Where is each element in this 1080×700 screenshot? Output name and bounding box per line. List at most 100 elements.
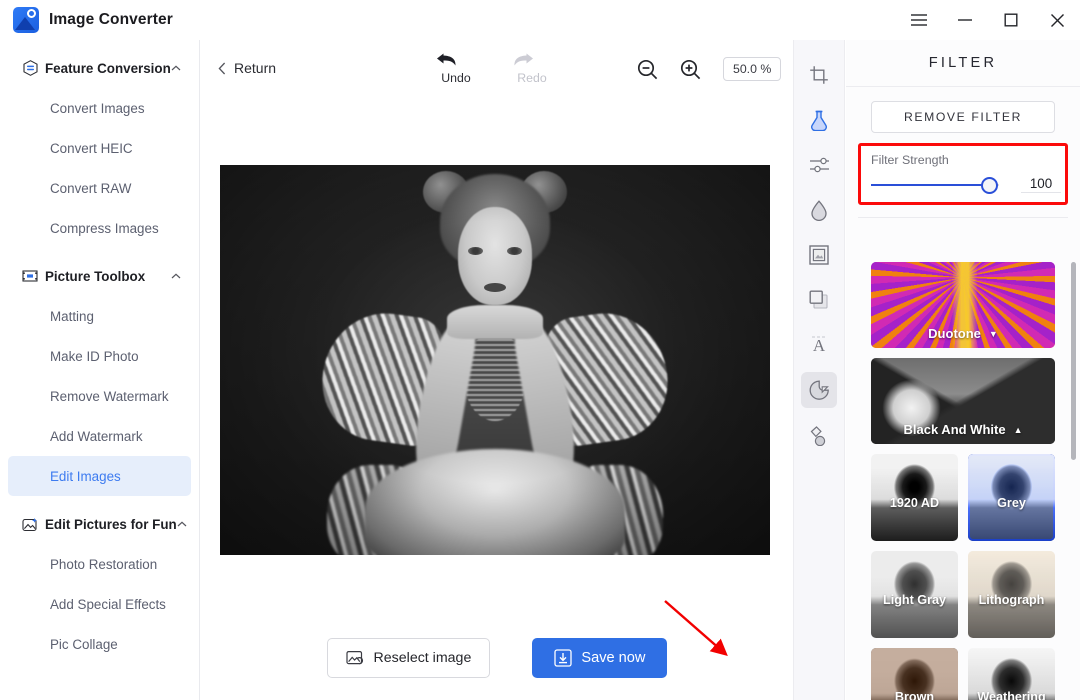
sidebar-group-label: Picture Toolbox	[45, 268, 146, 284]
sidebar-item-label: Convert HEIC	[50, 140, 133, 156]
sidebar-item-convert-images[interactable]: Convert Images	[8, 88, 191, 128]
sidebar-item-pic-collage[interactable]: Pic Collage	[8, 624, 191, 664]
zoom-in-icon[interactable]	[680, 59, 701, 80]
sidebar-item-edit-images[interactable]: Edit Images	[8, 456, 191, 496]
filter-thumb-label: Grey	[997, 495, 1026, 510]
toolbox-icon	[22, 268, 38, 284]
filter-strength-row: 100	[871, 176, 1061, 194]
undo-redo-group: Undo Redo	[433, 48, 555, 85]
filter-strength-value[interactable]: 100	[1021, 176, 1061, 193]
save-now-button[interactable]: Save now	[532, 638, 668, 678]
save-now-label: Save now	[581, 650, 646, 666]
filter-thumb-weathering[interactable]: Weathering	[968, 648, 1055, 700]
sidebar: Feature Conversion Convert Images Conver…	[0, 40, 200, 700]
sidebar-item-compress-images[interactable]: Compress Images	[8, 208, 191, 248]
sidebar-item-label: Pic Collage	[50, 636, 118, 652]
filter-panel: FILTER REMOVE FILTER Filter Strength 100…	[846, 40, 1080, 700]
filter-thumb-lithograph[interactable]: Lithograph	[968, 551, 1055, 638]
save-download-icon	[554, 649, 572, 667]
filter-category-caption: Black And White ▲	[871, 422, 1055, 437]
fun-icon	[22, 516, 38, 532]
filter-thumb-1920-ad[interactable]: 1920 AD	[871, 454, 958, 541]
undo-button[interactable]: Undo	[433, 48, 479, 85]
brush-icon[interactable]	[801, 417, 837, 453]
sidebar-group-label: Edit Pictures for Fun	[45, 516, 177, 532]
sidebar-item-photo-restoration[interactable]: Photo Restoration	[8, 544, 191, 584]
editor-toolbar: Return Undo Redo 50.0 %	[201, 40, 793, 102]
chevron-up-icon	[171, 65, 181, 71]
adjust-sliders-icon[interactable]	[801, 147, 837, 183]
filter-thumb-brown[interactable]: Brown	[871, 648, 958, 700]
return-label: Return	[234, 60, 277, 76]
sidebar-item-label: Convert RAW	[50, 180, 132, 196]
filter-panel-scrollbar[interactable]	[1071, 262, 1076, 460]
sidebar-item-remove-watermark[interactable]: Remove Watermark	[8, 376, 191, 416]
filter-thumbnail-grid: 1920 AD Grey Light Gray Lithograph Brown	[871, 454, 1055, 700]
app-logo-icon	[13, 7, 39, 33]
slider-knob[interactable]	[981, 176, 998, 194]
sidebar-item-label: Edit Images	[50, 468, 121, 484]
filter-thumb-label: 1920 AD	[889, 495, 940, 510]
sidebar-group-picture-toolbox[interactable]: Picture Toolbox	[0, 256, 199, 296]
photo-vignette	[220, 165, 770, 555]
sticker-icon[interactable]	[801, 372, 837, 408]
tool-strip: A	[793, 40, 845, 700]
text-icon[interactable]: A	[801, 327, 837, 363]
filter-category-duotone[interactable]: Duotone ▼	[871, 262, 1055, 348]
sidebar-item-label: Add Special Effects	[50, 596, 166, 612]
redo-icon	[514, 53, 533, 66]
sidebar-item-add-special-effects[interactable]: Add Special Effects	[8, 584, 191, 624]
maximize-icon[interactable]	[988, 0, 1034, 40]
chevron-up-icon: ▲	[1013, 424, 1023, 435]
crop-icon[interactable]	[801, 57, 837, 93]
image-converter-window: Image Converter Feature Conversion Conve…	[0, 0, 1080, 700]
filter-strength-slider[interactable]	[871, 176, 999, 194]
sidebar-item-matting[interactable]: Matting	[8, 296, 191, 336]
window-controls	[896, 0, 1080, 40]
menu-icon[interactable]	[896, 0, 942, 40]
reselect-image-button[interactable]: Reselect image	[326, 638, 491, 678]
slider-fill	[871, 183, 991, 186]
title-bar: Image Converter	[0, 0, 1080, 40]
sidebar-item-make-id-photo[interactable]: Make ID Photo	[8, 336, 191, 376]
chevron-up-icon	[171, 273, 181, 279]
zoom-level-value[interactable]: 50.0 %	[723, 57, 782, 81]
zoom-controls: 50.0 %	[637, 57, 782, 81]
droplet-icon[interactable]	[801, 192, 837, 228]
filter-category-caption: Duotone ▼	[871, 326, 1055, 341]
convert-icon	[22, 60, 38, 76]
filter-thumb-label: Light Gray	[883, 592, 946, 607]
redo-button[interactable]: Redo	[509, 48, 555, 85]
sidebar-item-convert-raw[interactable]: Convert RAW	[8, 168, 191, 208]
reselect-image-icon	[345, 650, 365, 667]
sidebar-item-add-watermark[interactable]: Add Watermark	[8, 416, 191, 456]
sidebar-item-label: Photo Restoration	[50, 556, 158, 572]
filter-category-black-and-white[interactable]: Black And White ▲	[871, 358, 1055, 444]
editor-area: Return Undo Redo 50.0 % Reselect image S…	[201, 40, 793, 700]
filter-thumb-grey[interactable]: Grey	[968, 454, 1055, 541]
background-icon[interactable]	[801, 282, 837, 318]
sidebar-group-edit-pictures-for-fun[interactable]: Edit Pictures for Fun	[0, 504, 199, 544]
app-title: Image Converter	[49, 11, 173, 28]
close-icon[interactable]	[1034, 0, 1080, 40]
sidebar-item-label: Matting	[50, 308, 94, 324]
svg-text:A: A	[813, 336, 826, 355]
return-button[interactable]: Return	[218, 60, 276, 76]
chevron-up-icon	[177, 521, 187, 527]
image-canvas[interactable]	[220, 165, 770, 555]
reselect-image-label: Reselect image	[373, 650, 472, 666]
sidebar-group-feature-conversion[interactable]: Feature Conversion	[0, 48, 199, 88]
filter-thumb-label: Weathering	[977, 689, 1046, 700]
filter-list: Duotone ▼ Black And White ▲ 1920 AD Grey…	[846, 262, 1080, 700]
panel-title: FILTER	[846, 40, 1080, 87]
minimize-icon[interactable]	[942, 0, 988, 40]
filter-thumb-light-gray[interactable]: Light Gray	[871, 551, 958, 638]
filter-category-label: Duotone	[928, 326, 981, 341]
sidebar-item-label: Remove Watermark	[50, 388, 169, 404]
sidebar-item-convert-heic[interactable]: Convert HEIC	[8, 128, 191, 168]
remove-filter-button[interactable]: REMOVE FILTER	[871, 101, 1055, 133]
filter-category-label: Black And White	[903, 422, 1006, 437]
zoom-out-icon[interactable]	[637, 59, 658, 80]
filter-flask-icon[interactable]	[801, 102, 837, 138]
frame-icon[interactable]	[801, 237, 837, 273]
